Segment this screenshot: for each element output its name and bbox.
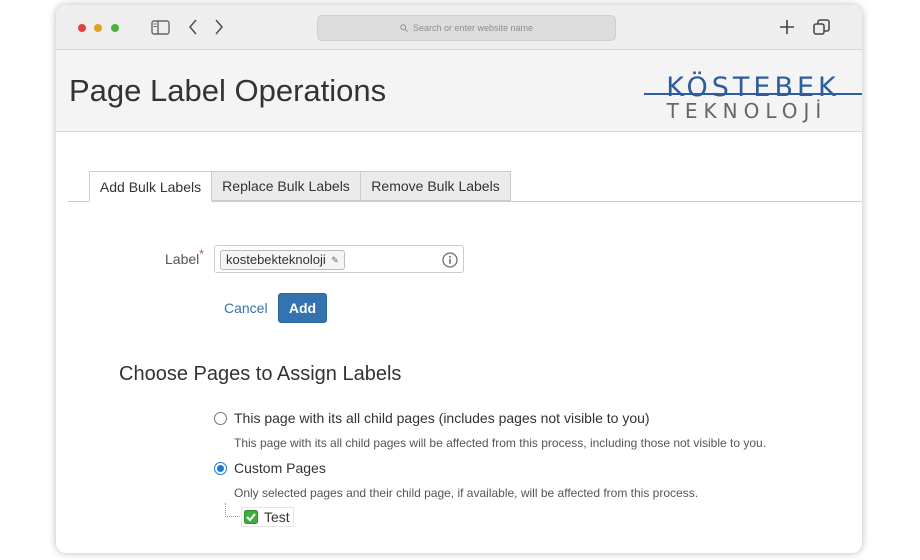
new-tab-plus-icon[interactable] bbox=[776, 17, 798, 37]
tab-label: Replace Bulk Labels bbox=[222, 178, 350, 194]
tab-replace-bulk-labels[interactable]: Replace Bulk Labels bbox=[211, 171, 361, 201]
address-bar[interactable]: Search or enter website name bbox=[317, 15, 616, 41]
maximize-window-button[interactable] bbox=[111, 24, 119, 32]
tab-label: Remove Bulk Labels bbox=[371, 178, 500, 194]
radio-custom-pages[interactable] bbox=[214, 462, 227, 475]
tab-remove-bulk-labels[interactable]: Remove Bulk Labels bbox=[360, 171, 511, 201]
search-icon bbox=[400, 24, 408, 32]
logo-text-bottom: TEKNOLOJİ bbox=[666, 99, 828, 123]
close-window-button[interactable] bbox=[78, 24, 86, 32]
cancel-link[interactable]: Cancel bbox=[224, 300, 268, 316]
page-title: Page Label Operations bbox=[69, 73, 387, 108]
back-chevron-icon[interactable] bbox=[182, 17, 204, 37]
add-button[interactable]: Add bbox=[278, 293, 327, 323]
browser-window: Search or enter website name Page Label … bbox=[56, 5, 862, 553]
checkbox-checked-icon[interactable] bbox=[244, 510, 258, 524]
label-field-text: Label bbox=[165, 251, 200, 267]
info-icon[interactable] bbox=[442, 252, 458, 268]
tree-item-label: Test bbox=[264, 509, 290, 525]
minimize-window-button[interactable] bbox=[94, 24, 102, 32]
tab-label: Add Bulk Labels bbox=[99, 178, 202, 195]
option-description-all-child-pages: This page with its all child pages will … bbox=[234, 436, 767, 450]
required-marker: * bbox=[199, 247, 204, 261]
page-header: Page Label Operations KÖSTEBEK TEKNOLOJİ bbox=[56, 50, 862, 132]
option-label-custom-pages[interactable]: Custom Pages bbox=[234, 460, 326, 476]
label-input[interactable]: kostebekteknoloji ✎ bbox=[214, 245, 464, 273]
tree-item-test[interactable]: Test bbox=[241, 507, 294, 527]
tabs-overview-icon[interactable] bbox=[810, 17, 832, 37]
forward-chevron-icon[interactable] bbox=[208, 17, 230, 37]
label-chip-text: kostebekteknoloji bbox=[226, 252, 326, 267]
tab-add-bulk-labels[interactable]: Add Bulk Labels bbox=[89, 171, 212, 202]
radio-all-child-pages[interactable] bbox=[214, 412, 227, 425]
company-logo: KÖSTEBEK TEKNOLOJİ bbox=[644, 71, 862, 123]
label-field-label: Label* bbox=[165, 247, 204, 267]
address-bar-placeholder: Search or enter website name bbox=[412, 23, 534, 33]
label-chip[interactable]: kostebekteknoloji ✎ bbox=[220, 250, 345, 270]
tree-connector bbox=[225, 503, 240, 517]
sidebar-icon[interactable] bbox=[149, 17, 171, 37]
pencil-icon[interactable]: ✎ bbox=[331, 251, 339, 269]
section-title: Choose Pages to Assign Labels bbox=[119, 363, 402, 385]
browser-toolbar: Search or enter website name bbox=[56, 5, 862, 50]
option-description-custom-pages: Only selected pages and their child page… bbox=[234, 486, 699, 500]
option-label-all-child-pages[interactable]: This page with its all child pages (incl… bbox=[234, 410, 650, 426]
